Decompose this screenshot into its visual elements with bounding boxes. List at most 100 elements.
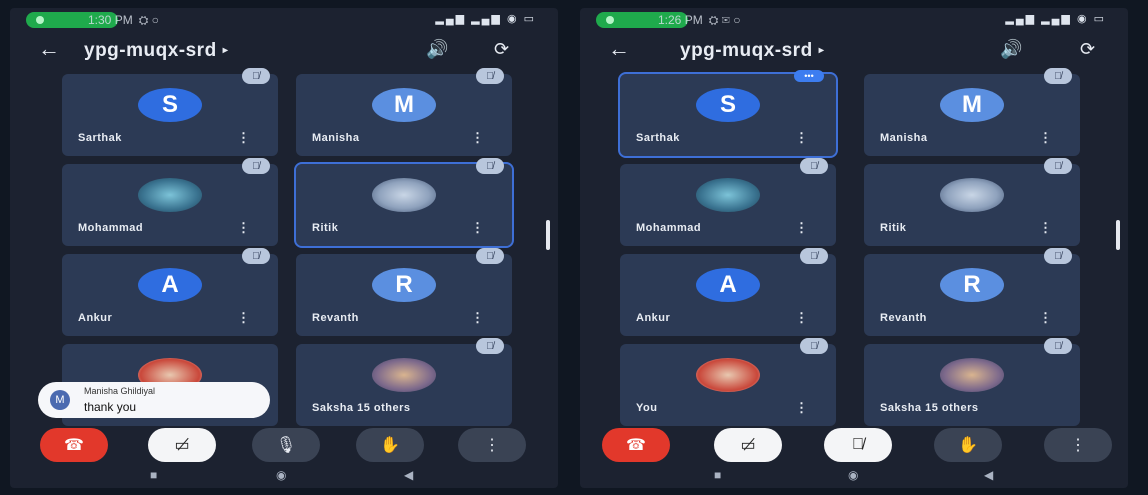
speaking-indicator-icon: •••: [794, 70, 824, 82]
speaker-icon[interactable]: 🔊: [1000, 39, 1022, 60]
avatar-photo: [940, 178, 1004, 212]
system-icons: ▂▄▆ ▂▄▆ ◉ ▭: [435, 13, 536, 25]
right-phone-screen: 1:26 PM ⛭ ✉ ○ ▂▄▆ ▂▄▆ ◉ ▭ ← ypg-muqx-srd ▸…: [580, 8, 1128, 488]
back-icon[interactable]: ◀: [404, 468, 413, 482]
mic-off-icon: 🎙̸: [1044, 158, 1072, 174]
mic-off-icon: 🎙̸: [476, 338, 504, 354]
mic-off-icon: 🎙̸: [476, 158, 504, 174]
participant-name: Mohammad: [636, 222, 702, 234]
more-options-icon[interactable]: ⋮: [471, 220, 484, 236]
avatar: R: [940, 268, 1004, 302]
participant-name: Sarthak: [78, 132, 122, 144]
more-options-icon[interactable]: ⋮: [795, 220, 808, 236]
participant-tile-manisha[interactable]: 🎙̸ M Manisha ⋮: [296, 68, 512, 156]
mic-off-icon: 🎙̸: [476, 68, 504, 84]
microphone-button[interactable]: 🎙: [252, 428, 320, 462]
call-controls: ☎ ▭̸ 🎙̸ ✋ ⋮: [580, 428, 1128, 464]
more-options-icon[interactable]: ⋮: [237, 310, 250, 326]
left-phone-screen: 1:30 PM ⛭ ○ ▂▄▆ ▂▄▆ ◉ ▭ ← ypg-muqx-srd ▸ 🔊…: [10, 8, 558, 488]
more-options-icon[interactable]: ⋮: [237, 220, 250, 236]
avatar-photo: [138, 178, 202, 212]
participant-tile-ankur[interactable]: 🎙̸ A Ankur ⋮: [620, 248, 836, 336]
avatar-photo: [940, 358, 1004, 392]
participant-name: Ankur: [78, 312, 113, 324]
more-options-button[interactable]: ⋮: [458, 428, 526, 462]
home-icon[interactable]: ◉: [848, 468, 858, 482]
mic-off-icon: 🎙̸: [1044, 338, 1072, 354]
more-options-icon[interactable]: ⋮: [1039, 220, 1052, 236]
status-bar: 1:26 PM ⛭ ✉ ○ ▂▄▆ ▂▄▆ ◉ ▭: [580, 8, 1128, 32]
participant-name: Sarthak: [636, 132, 680, 144]
participant-name: Revanth: [312, 312, 359, 324]
avatar: R: [372, 268, 436, 302]
participant-tile-revanth[interactable]: 🎙̸ R Revanth ⋮: [864, 248, 1080, 336]
more-options-icon[interactable]: ⋮: [795, 400, 808, 416]
avatar: A: [696, 268, 760, 302]
participant-name: Ritik: [880, 222, 907, 234]
participant-tile-ankur[interactable]: 🎙̸ A Ankur ⋮: [62, 248, 278, 336]
recents-icon[interactable]: ■: [150, 468, 157, 482]
back-arrow-icon[interactable]: ←: [38, 38, 60, 60]
scrollbar[interactable]: [546, 220, 550, 250]
back-arrow-icon[interactable]: ←: [608, 38, 630, 60]
participant-tile-sarthak[interactable]: ••• S Sarthak ⋮: [618, 70, 838, 158]
participant-name: Revanth: [880, 312, 927, 324]
status-extra-icons: ⛭ ○: [138, 13, 159, 27]
participant-name: Ritik: [312, 222, 339, 234]
meeting-app-bar: ← ypg-muqx-srd ▸ 🔊 ⟳: [10, 34, 558, 68]
scrollbar[interactable]: [1116, 220, 1120, 250]
participant-tile-others[interactable]: 🎙̸ Saksha 15 others: [296, 338, 512, 426]
mic-off-icon: 🎙̸: [1044, 68, 1072, 84]
meeting-code[interactable]: ypg-muqx-srd ▸: [84, 40, 228, 62]
more-options-icon[interactable]: ⋮: [1039, 130, 1052, 146]
participant-tile-others[interactable]: 🎙̸ Saksha 15 others: [864, 338, 1080, 426]
more-options-icon[interactable]: ⋮: [237, 130, 250, 146]
mic-off-icon: 🎙̸: [1044, 248, 1072, 264]
meeting-info-caret-icon: ▸: [222, 45, 229, 57]
camera-off-button[interactable]: ▭̸: [714, 428, 782, 462]
participant-tile-mohammad[interactable]: 🎙̸ Mohammad ⋮: [62, 158, 278, 246]
more-options-icon[interactable]: ⋮: [1039, 310, 1052, 326]
participant-tile-sarthak[interactable]: 🎙̸ S Sarthak ⋮: [62, 68, 278, 156]
home-icon[interactable]: ◉: [276, 468, 286, 482]
status-bar: 1:30 PM ⛭ ○ ▂▄▆ ▂▄▆ ◉ ▭: [10, 8, 558, 32]
participant-name: Saksha 15 others: [312, 402, 411, 414]
toast-message: thank you: [84, 400, 137, 414]
status-time: 1:26 PM: [658, 13, 703, 27]
participant-tile-ritik[interactable]: 🎙̸ Ritik ⋮: [864, 158, 1080, 246]
mic-off-icon: 🎙̸: [800, 158, 828, 174]
participant-tile-self[interactable]: 🎙̸ You ⋮: [620, 338, 836, 426]
call-controls: ☎ ▭̸ 🎙 ✋ ⋮: [10, 428, 558, 464]
more-options-icon[interactable]: ⋮: [795, 310, 808, 326]
raise-hand-button[interactable]: ✋: [356, 428, 424, 462]
speaker-icon[interactable]: 🔊: [426, 39, 448, 60]
mic-off-icon: 🎙̸: [476, 248, 504, 264]
more-options-button[interactable]: ⋮: [1044, 428, 1112, 462]
camera-off-button[interactable]: ▭̸: [148, 428, 216, 462]
mic-off-icon: 🎙̸: [800, 248, 828, 264]
more-options-icon[interactable]: ⋮: [795, 130, 808, 146]
end-call-button[interactable]: ☎: [602, 428, 670, 462]
participant-tile-revanth[interactable]: 🎙̸ R Revanth ⋮: [296, 248, 512, 336]
back-icon[interactable]: ◀: [984, 468, 993, 482]
switch-camera-icon[interactable]: ⟳: [494, 39, 509, 60]
more-options-icon[interactable]: ⋮: [471, 310, 484, 326]
more-options-icon[interactable]: ⋮: [471, 130, 484, 146]
participant-name: Ankur: [636, 312, 671, 324]
meeting-code[interactable]: ypg-muqx-srd ▸: [680, 40, 824, 62]
raise-hand-button[interactable]: ✋: [934, 428, 1002, 462]
meeting-info-caret-icon: ▸: [818, 45, 825, 57]
participant-tile-manisha[interactable]: 🎙̸ M Manisha ⋮: [864, 68, 1080, 156]
participant-name: You: [636, 402, 658, 414]
participant-tile-ritik[interactable]: 🎙̸ Ritik ⋮: [294, 158, 514, 248]
avatar-photo: [372, 358, 436, 392]
switch-camera-icon[interactable]: ⟳: [1080, 39, 1095, 60]
end-call-button[interactable]: ☎: [40, 428, 108, 462]
avatar-photo: [696, 178, 760, 212]
participant-name: Manisha: [312, 132, 360, 144]
participant-tile-mohammad[interactable]: 🎙̸ Mohammad ⋮: [620, 158, 836, 246]
chat-message-toast[interactable]: M Manisha Ghildiyal thank you: [38, 382, 270, 418]
system-icons: ▂▄▆ ▂▄▆ ◉ ▭: [1005, 13, 1106, 25]
microphone-off-button[interactable]: 🎙̸: [824, 428, 892, 462]
recents-icon[interactable]: ■: [714, 468, 721, 482]
